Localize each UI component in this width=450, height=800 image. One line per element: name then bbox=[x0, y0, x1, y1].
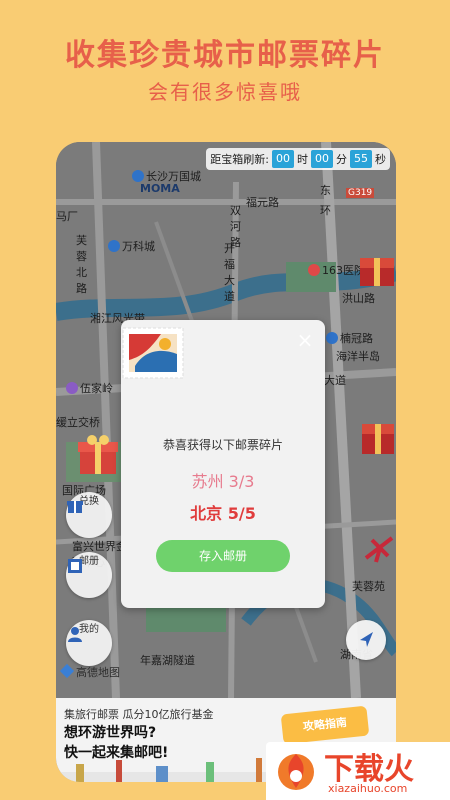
watermark-url: xiazaihuo.com bbox=[328, 782, 408, 795]
promo-headline: 收集珍贵城市邮票碎片 bbox=[65, 38, 385, 73]
banner-line-1: 集旅行邮票 瓜分10亿旅行基金 bbox=[64, 708, 214, 721]
save-to-album-button[interactable]: 存入邮册 bbox=[156, 540, 290, 572]
close-icon[interactable]: × bbox=[295, 330, 315, 350]
banner-line-2: 想环游世界吗? bbox=[64, 725, 157, 741]
map-view[interactable]: 长沙万国城 MOMA 福元路 东 环 G319 马厂 芙蓉北路 万科城 双河路 … bbox=[56, 142, 396, 698]
promo-subheadline: 会有很多惊喜哦 bbox=[148, 80, 302, 104]
stamp-reward-dialog: × 恭喜获得以下邮票碎片 苏州 3/3 北京 5/5 存入邮册 bbox=[121, 320, 325, 608]
watermark-badge: 下载火 xiazaihuo.com bbox=[266, 742, 450, 800]
suzhou-fragment-count: 苏州 3/3 bbox=[191, 472, 255, 491]
beijing-fragment-count: 北京 5/5 bbox=[190, 504, 256, 523]
beijing-stamp-icon bbox=[122, 327, 184, 379]
guide-button[interactable]: 攻略指南 bbox=[280, 705, 370, 745]
phone-screen: 长沙万国城 MOMA 福元路 东 环 G319 马厂 芙蓉北路 万科城 双河路 … bbox=[56, 142, 396, 782]
congrats-text: 恭喜获得以下邮票碎片 bbox=[162, 438, 283, 452]
flame-logo-icon bbox=[278, 754, 314, 790]
